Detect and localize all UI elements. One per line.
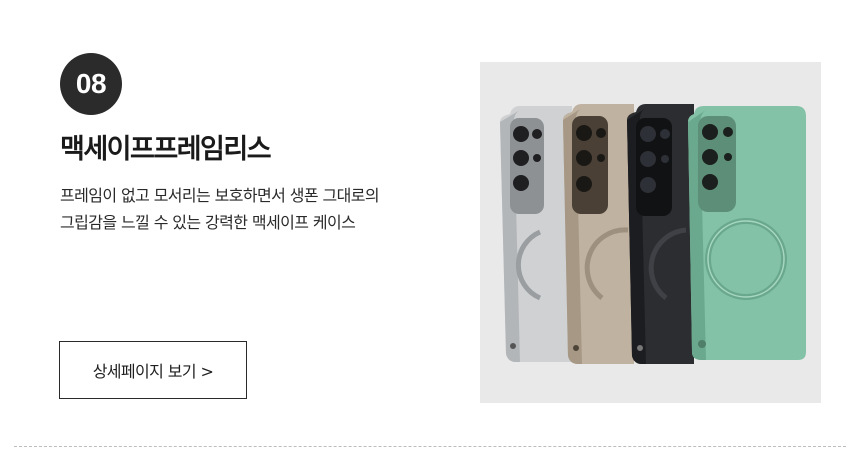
product-title: 맥세이프프레임리스 <box>60 134 272 165</box>
titanium-case <box>563 104 634 364</box>
phone-cases-illustration <box>480 62 821 403</box>
black-case <box>627 104 694 364</box>
mint-case <box>688 106 806 360</box>
description-line: 프레임이 없고 모서리는 보호하면서 생폰 그대로의 <box>60 186 380 205</box>
view-details-label: 상세페이지 보기 > <box>92 362 214 381</box>
section-divider <box>14 446 846 447</box>
view-details-button[interactable]: 상세페이지 보기 > <box>59 341 247 399</box>
silver-case <box>500 106 572 362</box>
product-description: 프레임이 없고 모서리는 보호하면서 생폰 그대로의 그립감을 느낄 수 있는 … <box>60 182 380 236</box>
item-number-badge: 08 <box>60 53 122 115</box>
item-number: 08 <box>75 68 107 99</box>
product-image <box>480 62 821 403</box>
description-line: 그립감을 느낄 수 있는 강력한 맥세이프 케이스 <box>60 213 356 232</box>
